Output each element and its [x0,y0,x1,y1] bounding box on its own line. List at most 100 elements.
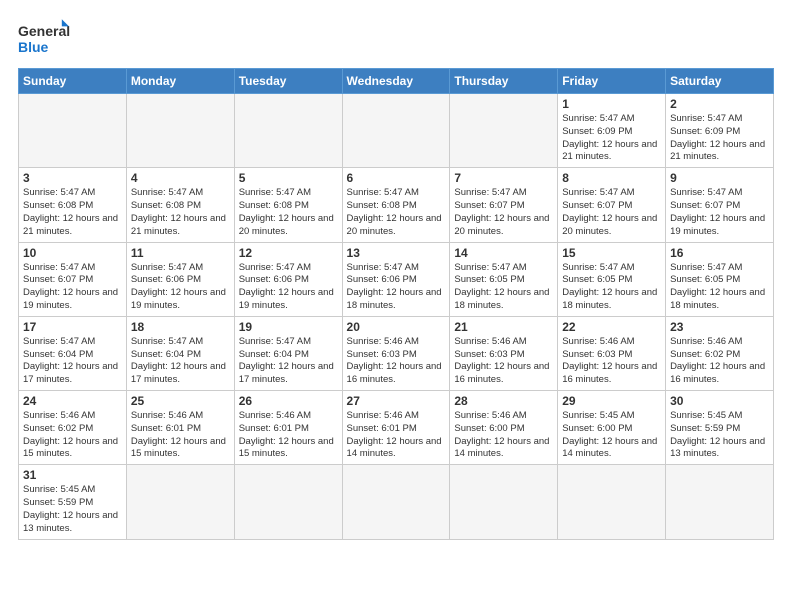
calendar-day-cell: 9Sunrise: 5:47 AM Sunset: 6:07 PM Daylig… [666,168,774,242]
day-number: 27 [347,394,446,408]
calendar-day-cell: 8Sunrise: 5:47 AM Sunset: 6:07 PM Daylig… [558,168,666,242]
calendar-day-cell: 4 Sunrise: 5:47 AM Sunset: 6:08 PM Daylig… [126,168,234,242]
calendar-day-cell: 10 Sunrise: 5:47 AM Sunset: 6:07 PM Dayli… [19,242,127,316]
day-number: 10 [23,246,122,260]
calendar-day-cell [234,465,342,539]
day-info: Sunrise: 5:46 AM Sunset: 6:02 PM Dayligh… [670,336,769,387]
calendar-week-row: 31 Sunrise: 5:45 AM Sunset: 5:59 PM Dayli… [19,465,774,539]
day-info: Sunrise: 5:45 AM Sunset: 5:59 PM Dayligh… [23,484,122,535]
weekday-header-saturday: Saturday [666,69,774,94]
weekday-header-row: SundayMondayTuesdayWednesdayThursdayFrid… [19,69,774,94]
day-number: 24 [23,394,122,408]
day-number: 20 [347,320,446,334]
calendar-day-cell [126,465,234,539]
calendar-day-cell: 15Sunrise: 5:47 AM Sunset: 6:05 PM Dayli… [558,242,666,316]
day-info: Sunrise: 5:47 AM Sunset: 6:07 PM Dayligh… [23,262,122,313]
day-info: Sunrise: 5:47 AM Sunset: 6:04 PM Dayligh… [131,336,230,387]
calendar-day-cell: 12 Sunrise: 5:47 AM Sunset: 6:06 PM Dayli… [234,242,342,316]
calendar-day-cell [19,94,127,168]
day-number: 4 [131,171,230,185]
day-number: 31 [23,468,122,482]
day-info: Sunrise: 5:47 AM Sunset: 6:07 PM Dayligh… [562,187,661,238]
day-number: 14 [454,246,553,260]
calendar-day-cell: 16 Sunrise: 5:47 AM Sunset: 6:05 PM Dayli… [666,242,774,316]
day-number: 2 [670,97,769,111]
day-info: Sunrise: 5:47 AM Sunset: 6:08 PM Dayligh… [131,187,230,238]
day-number: 28 [454,394,553,408]
calendar-day-cell: 2 Sunrise: 5:47 AM Sunset: 6:09 PM Daylig… [666,94,774,168]
calendar-day-cell: 21 Sunrise: 5:46 AM Sunset: 6:03 PM Dayli… [450,316,558,390]
day-info: Sunrise: 5:47 AM Sunset: 6:06 PM Dayligh… [347,262,446,313]
calendar-day-cell: 3Sunrise: 5:47 AM Sunset: 6:08 PM Daylig… [19,168,127,242]
day-number: 18 [131,320,230,334]
day-info: Sunrise: 5:46 AM Sunset: 6:03 PM Dayligh… [347,336,446,387]
day-info: Sunrise: 5:47 AM Sunset: 6:05 PM Dayligh… [454,262,553,313]
day-info: Sunrise: 5:47 AM Sunset: 6:08 PM Dayligh… [347,187,446,238]
calendar-day-cell: 29Sunrise: 5:45 AM Sunset: 6:00 PM Dayli… [558,391,666,465]
page: General Blue SundayMondayTuesdayWednesda… [0,0,792,612]
day-info: Sunrise: 5:46 AM Sunset: 6:01 PM Dayligh… [347,410,446,461]
day-info: Sunrise: 5:46 AM Sunset: 6:01 PM Dayligh… [131,410,230,461]
calendar-day-cell: 6 Sunrise: 5:47 AM Sunset: 6:08 PM Daylig… [342,168,450,242]
calendar-day-cell [342,94,450,168]
day-info: Sunrise: 5:46 AM Sunset: 6:03 PM Dayligh… [562,336,661,387]
calendar-day-cell: 13 Sunrise: 5:47 AM Sunset: 6:06 PM Dayli… [342,242,450,316]
day-info: Sunrise: 5:47 AM Sunset: 6:09 PM Dayligh… [562,113,661,164]
weekday-header-friday: Friday [558,69,666,94]
calendar-day-cell [234,94,342,168]
day-info: Sunrise: 5:46 AM Sunset: 6:00 PM Dayligh… [454,410,553,461]
day-number: 25 [131,394,230,408]
day-number: 12 [239,246,338,260]
calendar-day-cell [450,94,558,168]
day-info: Sunrise: 5:47 AM Sunset: 6:09 PM Dayligh… [670,113,769,164]
calendar-day-cell: 26 Sunrise: 5:46 AM Sunset: 6:01 PM Dayli… [234,391,342,465]
day-number: 5 [239,171,338,185]
calendar-day-cell: 31 Sunrise: 5:45 AM Sunset: 5:59 PM Dayli… [19,465,127,539]
day-number: 29 [562,394,661,408]
day-number: 26 [239,394,338,408]
day-number: 7 [454,171,553,185]
calendar-day-cell: 22Sunrise: 5:46 AM Sunset: 6:03 PM Dayli… [558,316,666,390]
calendar-table: SundayMondayTuesdayWednesdayThursdayFrid… [18,68,774,540]
day-number: 16 [670,246,769,260]
calendar-day-cell: 30 Sunrise: 5:45 AM Sunset: 5:59 PM Dayli… [666,391,774,465]
calendar-day-cell: 28 Sunrise: 5:46 AM Sunset: 6:00 PM Dayli… [450,391,558,465]
day-info: Sunrise: 5:47 AM Sunset: 6:06 PM Dayligh… [239,262,338,313]
day-number: 6 [347,171,446,185]
calendar-week-row: 1Sunrise: 5:47 AM Sunset: 6:09 PM Daylig… [19,94,774,168]
calendar-day-cell: 20 Sunrise: 5:46 AM Sunset: 6:03 PM Dayli… [342,316,450,390]
weekday-header-thursday: Thursday [450,69,558,94]
calendar-day-cell: 19Sunrise: 5:47 AM Sunset: 6:04 PM Dayli… [234,316,342,390]
day-number: 30 [670,394,769,408]
day-number: 15 [562,246,661,260]
day-info: Sunrise: 5:47 AM Sunset: 6:04 PM Dayligh… [23,336,122,387]
calendar-week-row: 24 Sunrise: 5:46 AM Sunset: 6:02 PM Dayli… [19,391,774,465]
calendar-day-cell: 23Sunrise: 5:46 AM Sunset: 6:02 PM Dayli… [666,316,774,390]
svg-text:Blue: Blue [18,39,49,55]
calendar-day-cell: 17 Sunrise: 5:47 AM Sunset: 6:04 PM Dayli… [19,316,127,390]
logo: General Blue [18,18,83,58]
calendar-week-row: 17 Sunrise: 5:47 AM Sunset: 6:04 PM Dayli… [19,316,774,390]
calendar-day-cell [450,465,558,539]
day-info: Sunrise: 5:47 AM Sunset: 6:05 PM Dayligh… [670,262,769,313]
day-info: Sunrise: 5:46 AM Sunset: 6:02 PM Dayligh… [23,410,122,461]
day-number: 11 [131,246,230,260]
day-info: Sunrise: 5:46 AM Sunset: 6:03 PM Dayligh… [454,336,553,387]
weekday-header-wednesday: Wednesday [342,69,450,94]
day-info: Sunrise: 5:45 AM Sunset: 5:59 PM Dayligh… [670,410,769,461]
calendar-day-cell: 1Sunrise: 5:47 AM Sunset: 6:09 PM Daylig… [558,94,666,168]
day-number: 21 [454,320,553,334]
calendar-day-cell: 25 Sunrise: 5:46 AM Sunset: 6:01 PM Dayli… [126,391,234,465]
calendar-day-cell: 24 Sunrise: 5:46 AM Sunset: 6:02 PM Dayli… [19,391,127,465]
day-info: Sunrise: 5:47 AM Sunset: 6:06 PM Dayligh… [131,262,230,313]
day-info: Sunrise: 5:46 AM Sunset: 6:01 PM Dayligh… [239,410,338,461]
calendar-day-cell [126,94,234,168]
day-number: 13 [347,246,446,260]
calendar-day-cell: 7Sunrise: 5:47 AM Sunset: 6:07 PM Daylig… [450,168,558,242]
header: General Blue [18,18,774,58]
weekday-header-monday: Monday [126,69,234,94]
day-number: 17 [23,320,122,334]
weekday-header-sunday: Sunday [19,69,127,94]
calendar-day-cell [342,465,450,539]
calendar-day-cell: 18 Sunrise: 5:47 AM Sunset: 6:04 PM Dayli… [126,316,234,390]
